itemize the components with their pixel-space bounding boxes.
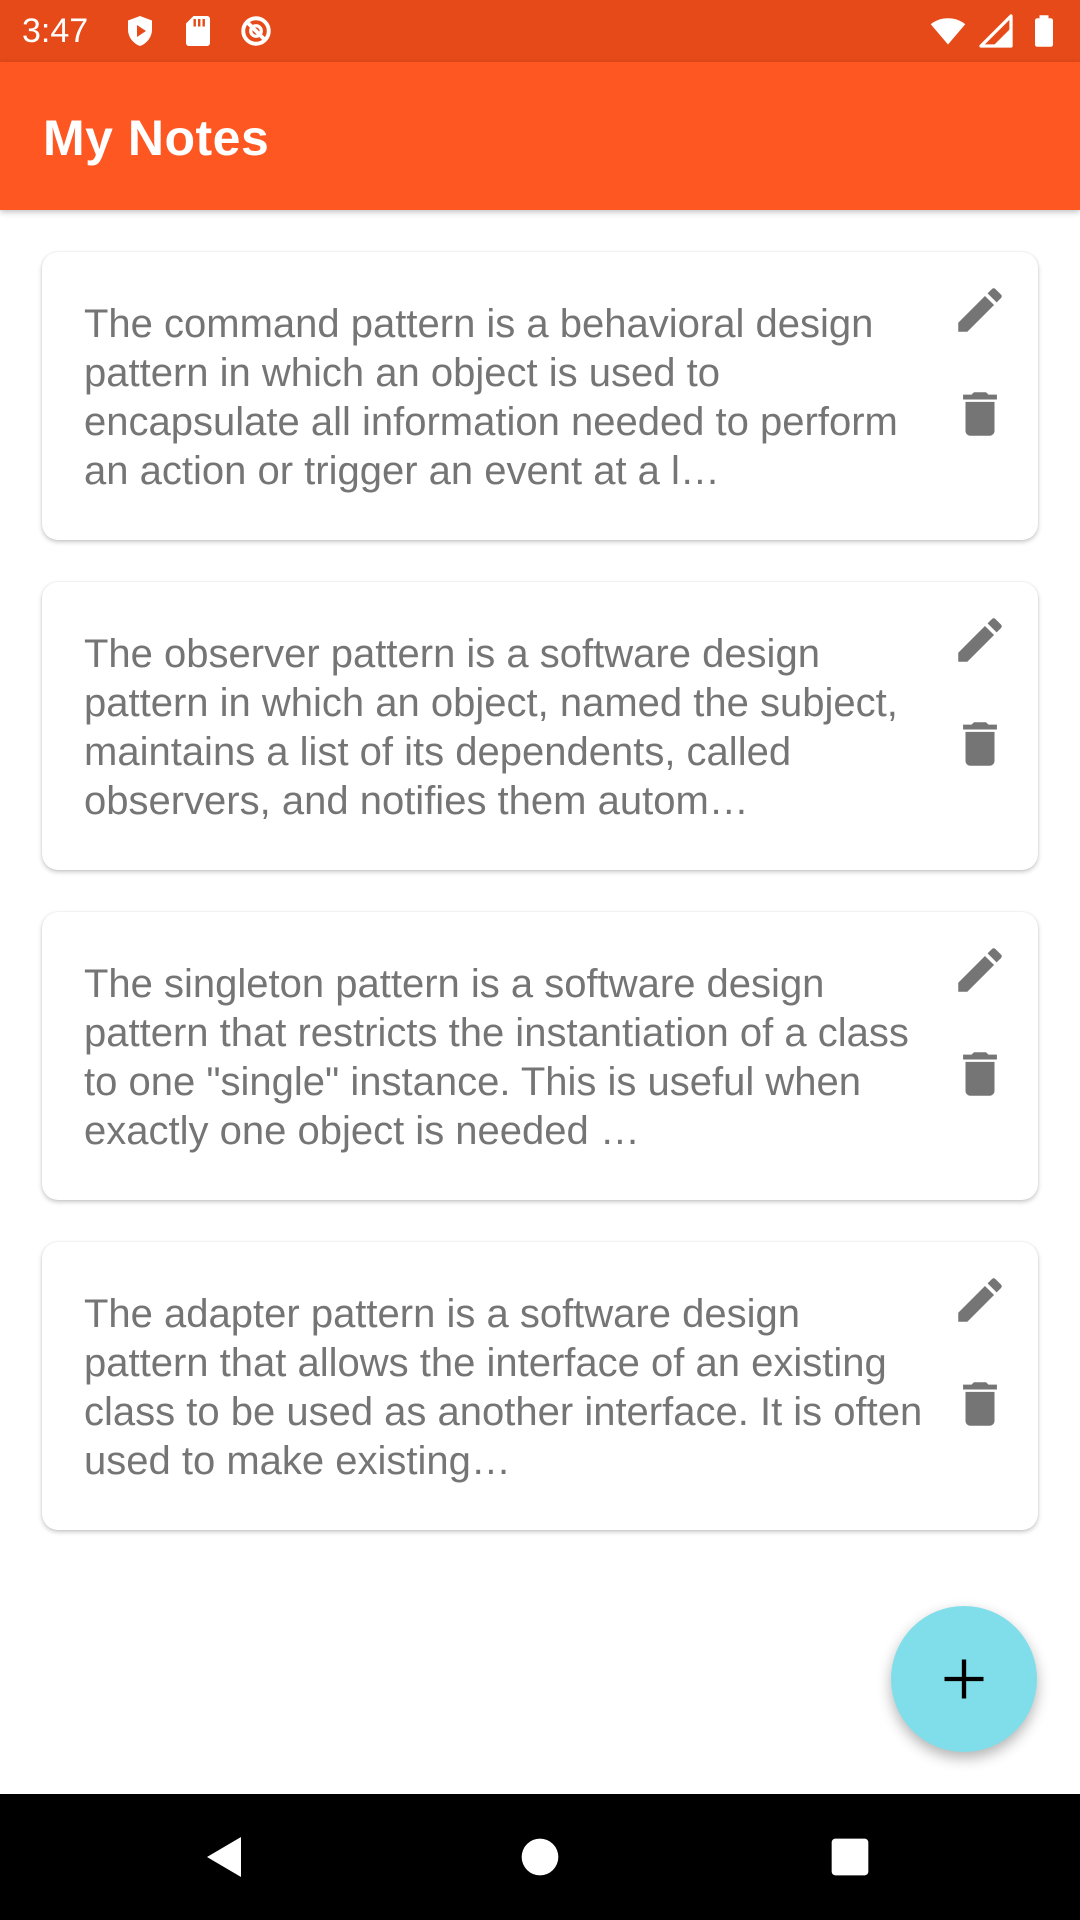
nav-recents-button[interactable] bbox=[820, 1827, 880, 1887]
pencil-icon bbox=[958, 618, 1002, 662]
delete-button[interactable] bbox=[942, 706, 1018, 782]
app-bar: My Notes bbox=[0, 62, 1080, 210]
status-bar: 3:47 bbox=[0, 0, 1080, 62]
shield-play-icon bbox=[128, 16, 152, 46]
note-text: The singleton pattern is a software desi… bbox=[84, 962, 909, 1153]
pencil-icon bbox=[958, 1278, 1002, 1322]
battery-icon bbox=[1035, 15, 1053, 47]
page-title: My Notes bbox=[43, 110, 270, 166]
edit-button[interactable] bbox=[942, 932, 1018, 1008]
nav-bar bbox=[0, 1794, 1080, 1920]
trash-icon bbox=[963, 392, 997, 436]
note-text: The command pattern is a behavioral desi… bbox=[84, 302, 898, 493]
edit-button[interactable] bbox=[942, 272, 1018, 348]
note-card[interactable]: The singleton pattern is a software desi… bbox=[42, 912, 1038, 1200]
note-card[interactable]: The observer pattern is a software desig… bbox=[42, 582, 1038, 870]
note-card[interactable]: The adapter pattern is a software design… bbox=[42, 1242, 1038, 1530]
delete-button[interactable] bbox=[942, 376, 1018, 452]
nav-home-button[interactable] bbox=[510, 1827, 570, 1887]
note-text: The observer pattern is a software desig… bbox=[84, 632, 898, 823]
trash-icon bbox=[963, 1382, 997, 1426]
note-card[interactable]: The command pattern is a behavioral desi… bbox=[42, 252, 1038, 540]
status-left-icons bbox=[122, 13, 274, 49]
nav-back-button[interactable] bbox=[195, 1827, 255, 1887]
note-text: The adapter pattern is a software design… bbox=[84, 1292, 923, 1483]
pencil-icon bbox=[958, 948, 1002, 992]
trash-icon bbox=[963, 1052, 997, 1096]
plus-icon bbox=[944, 1659, 984, 1699]
wifi-icon bbox=[930, 18, 966, 45]
delete-button[interactable] bbox=[942, 1366, 1018, 1442]
home-icon bbox=[521, 1838, 559, 1876]
signal-icon bbox=[979, 14, 1013, 48]
trash-icon bbox=[963, 722, 997, 766]
no-sync-icon bbox=[241, 16, 271, 46]
recents-icon bbox=[831, 1838, 869, 1876]
screen: 3:47 My Notes The command pattern is a b… bbox=[0, 0, 1080, 1920]
status-right-icons bbox=[930, 13, 1062, 49]
sd-card-icon bbox=[186, 16, 210, 46]
edit-button[interactable] bbox=[942, 1262, 1018, 1338]
back-icon bbox=[207, 1837, 241, 1877]
pencil-icon bbox=[958, 288, 1002, 332]
delete-button[interactable] bbox=[942, 1036, 1018, 1112]
add-note-button[interactable] bbox=[891, 1606, 1037, 1752]
status-time: 3:47 bbox=[22, 12, 89, 50]
edit-button[interactable] bbox=[942, 602, 1018, 678]
